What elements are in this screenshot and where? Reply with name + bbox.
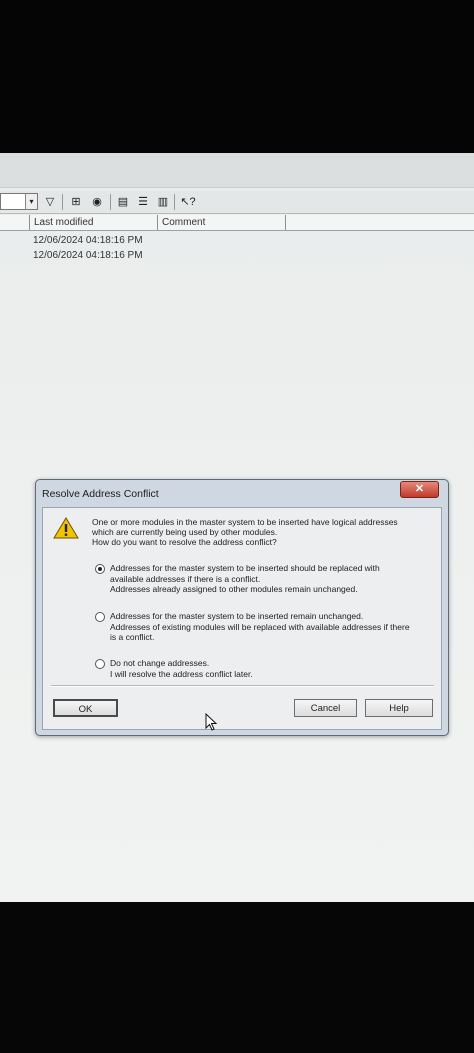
option-line: Addresses of existing modules will be re…	[110, 621, 410, 632]
table-row[interactable]: 12/06/2024 04:18:16 PM	[33, 250, 143, 261]
filter-icon[interactable]: ▽	[42, 194, 58, 209]
monitor-bezel-top	[0, 0, 474, 153]
monitor-bezel-bottom	[0, 902, 474, 1053]
list-view-icon[interactable]: ☰	[134, 194, 152, 209]
option-line: Addresses for the master system to be in…	[110, 563, 380, 573]
dialog-message: One or more modules in the master system…	[92, 517, 437, 547]
screen: ▾ ▽ ⊞ ◉ ▤ ☰ ▥ ↖? Last modified Comment 1…	[0, 153, 474, 902]
module-icon[interactable]: ◉	[88, 194, 106, 209]
option-line: Do not change addresses.	[110, 658, 210, 668]
toolbar-dropdown[interactable]: ▾	[0, 193, 38, 210]
toolbar: ▾ ▽ ⊞ ◉ ▤ ☰ ▥ ↖?	[0, 191, 474, 214]
option-line: is a conflict.	[110, 632, 155, 642]
last-modified-cell: 12/06/2024 04:18:16 PM	[33, 235, 143, 246]
menu-strip	[0, 153, 474, 188]
option-line: I will resolve the address conflict late…	[110, 668, 253, 679]
dialog-body: One or more modules in the master system…	[42, 507, 442, 730]
message-line: which are currently being used by other …	[92, 527, 278, 537]
option-do-not-change[interactable]: Do not change addresses. I will resolve …	[95, 658, 253, 679]
column-last-modified[interactable]: Last modified	[30, 215, 158, 230]
chevron-down-icon[interactable]: ▾	[25, 194, 37, 209]
dialog-title: Resolve Address Conflict	[42, 488, 159, 500]
dialog-divider	[51, 685, 434, 687]
cancel-button[interactable]: Cancel	[294, 699, 357, 717]
message-line: One or more modules in the master system…	[92, 517, 398, 527]
details-view-icon[interactable]: ▥	[154, 194, 172, 209]
message-line: How do you want to resolve the address c…	[92, 537, 277, 547]
option-line: Addresses for the master system to be in…	[110, 611, 364, 621]
radio-button-selected[interactable]	[95, 564, 105, 574]
window-icon[interactable]: ▤	[114, 194, 132, 209]
radio-button[interactable]	[95, 659, 105, 669]
network-view-icon[interactable]: ⊞	[67, 194, 85, 209]
mouse-cursor-icon	[205, 713, 217, 731]
option-replace-inserted-addresses[interactable]: Addresses for the master system to be in…	[95, 563, 380, 595]
help-button[interactable]: Help	[365, 699, 433, 717]
resolve-address-conflict-dialog: Resolve Address Conflict ✕ One or more m…	[35, 479, 449, 736]
toolbar-separator	[110, 194, 111, 210]
close-icon[interactable]: ✕	[400, 481, 439, 498]
toolbar-separator	[174, 194, 175, 210]
option-replace-existing-addresses[interactable]: Addresses for the master system to be in…	[95, 611, 410, 643]
column-comment[interactable]: Comment	[158, 215, 286, 230]
column-header: Last modified Comment	[0, 215, 474, 231]
toolbar-separator	[62, 194, 63, 210]
option-line: Addresses already assigned to other modu…	[110, 584, 358, 594]
column-header-spacer	[0, 215, 30, 230]
last-modified-cell: 12/06/2024 04:18:16 PM	[33, 250, 143, 261]
warning-icon	[53, 517, 79, 539]
ok-button[interactable]: OK	[53, 699, 118, 717]
table-row[interactable]: 12/06/2024 04:18:16 PM	[33, 235, 143, 246]
radio-button[interactable]	[95, 612, 105, 622]
option-line: available addresses if there is a confli…	[110, 573, 261, 584]
help-icon[interactable]: ↖?	[178, 194, 198, 209]
